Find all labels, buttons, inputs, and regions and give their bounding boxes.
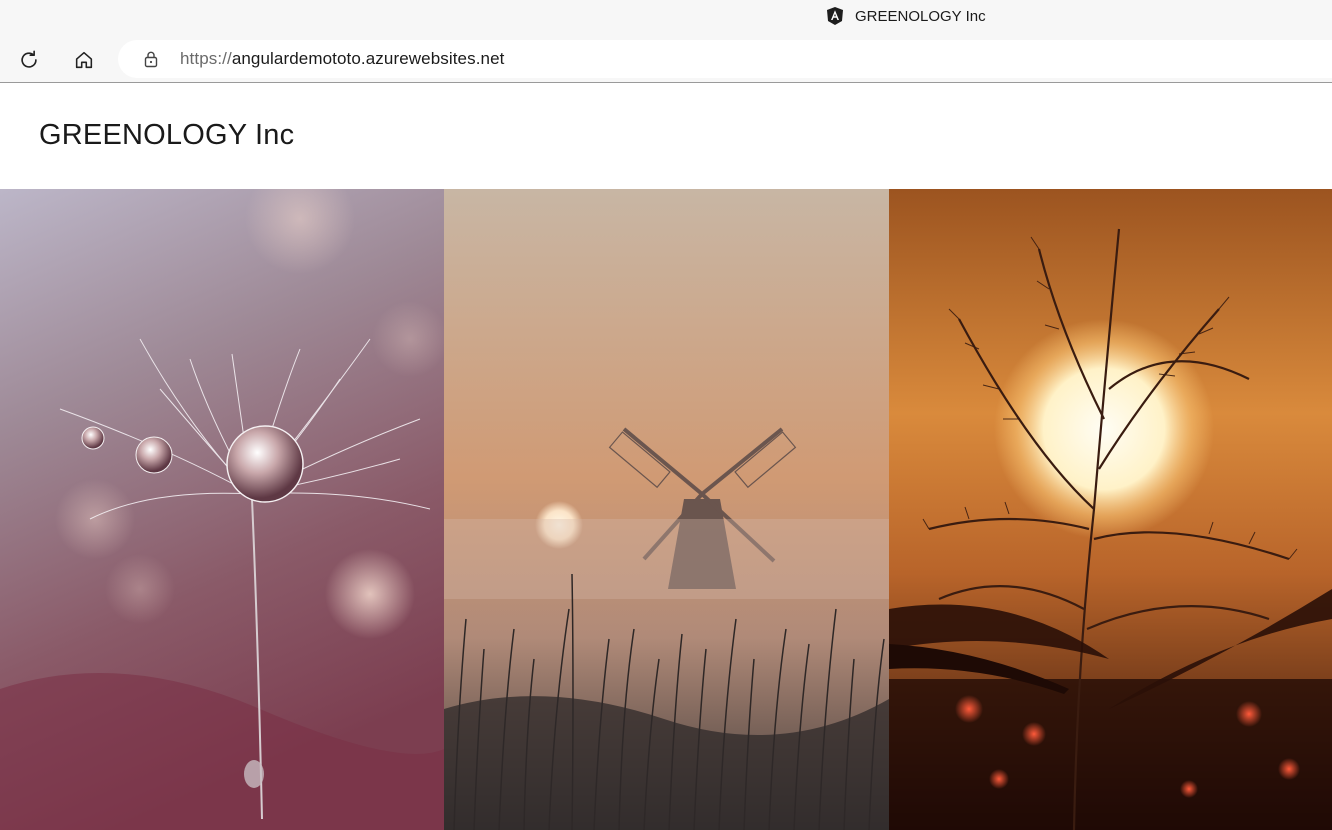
home-icon bbox=[73, 49, 95, 71]
url-host: angulardemototo.azurewebsites.net bbox=[231, 49, 505, 68]
home-button[interactable] bbox=[68, 44, 100, 76]
address-bar[interactable]: https://angulardemototo.azurewebsites.ne… bbox=[118, 40, 1332, 78]
gallery-photo-windmill bbox=[444, 189, 889, 830]
photo-gallery bbox=[0, 189, 1332, 830]
tab-title: GREENOLOGY Inc bbox=[855, 7, 986, 25]
url-text[interactable]: https://angulardemototo.azurewebsites.ne… bbox=[180, 49, 504, 69]
page-content: GREENOLOGY Inc bbox=[0, 84, 1332, 830]
reload-button[interactable] bbox=[13, 44, 45, 76]
lock-icon[interactable] bbox=[142, 50, 160, 68]
reload-icon bbox=[18, 49, 40, 71]
gallery-photo-dandelion bbox=[0, 189, 444, 830]
brand-title[interactable]: GREENOLOGY Inc bbox=[39, 119, 294, 152]
browser-toolbar: https://angulardemototo.azurewebsites.ne… bbox=[0, 36, 1332, 83]
browser-tab[interactable]: GREENOLOGY Inc bbox=[825, 5, 986, 27]
tab-strip: GREENOLOGY Inc bbox=[0, 0, 1332, 36]
angular-logo-icon bbox=[825, 6, 845, 26]
gallery-photo-reed-sunset bbox=[889, 189, 1332, 830]
url-scheme: https:// bbox=[180, 49, 232, 68]
